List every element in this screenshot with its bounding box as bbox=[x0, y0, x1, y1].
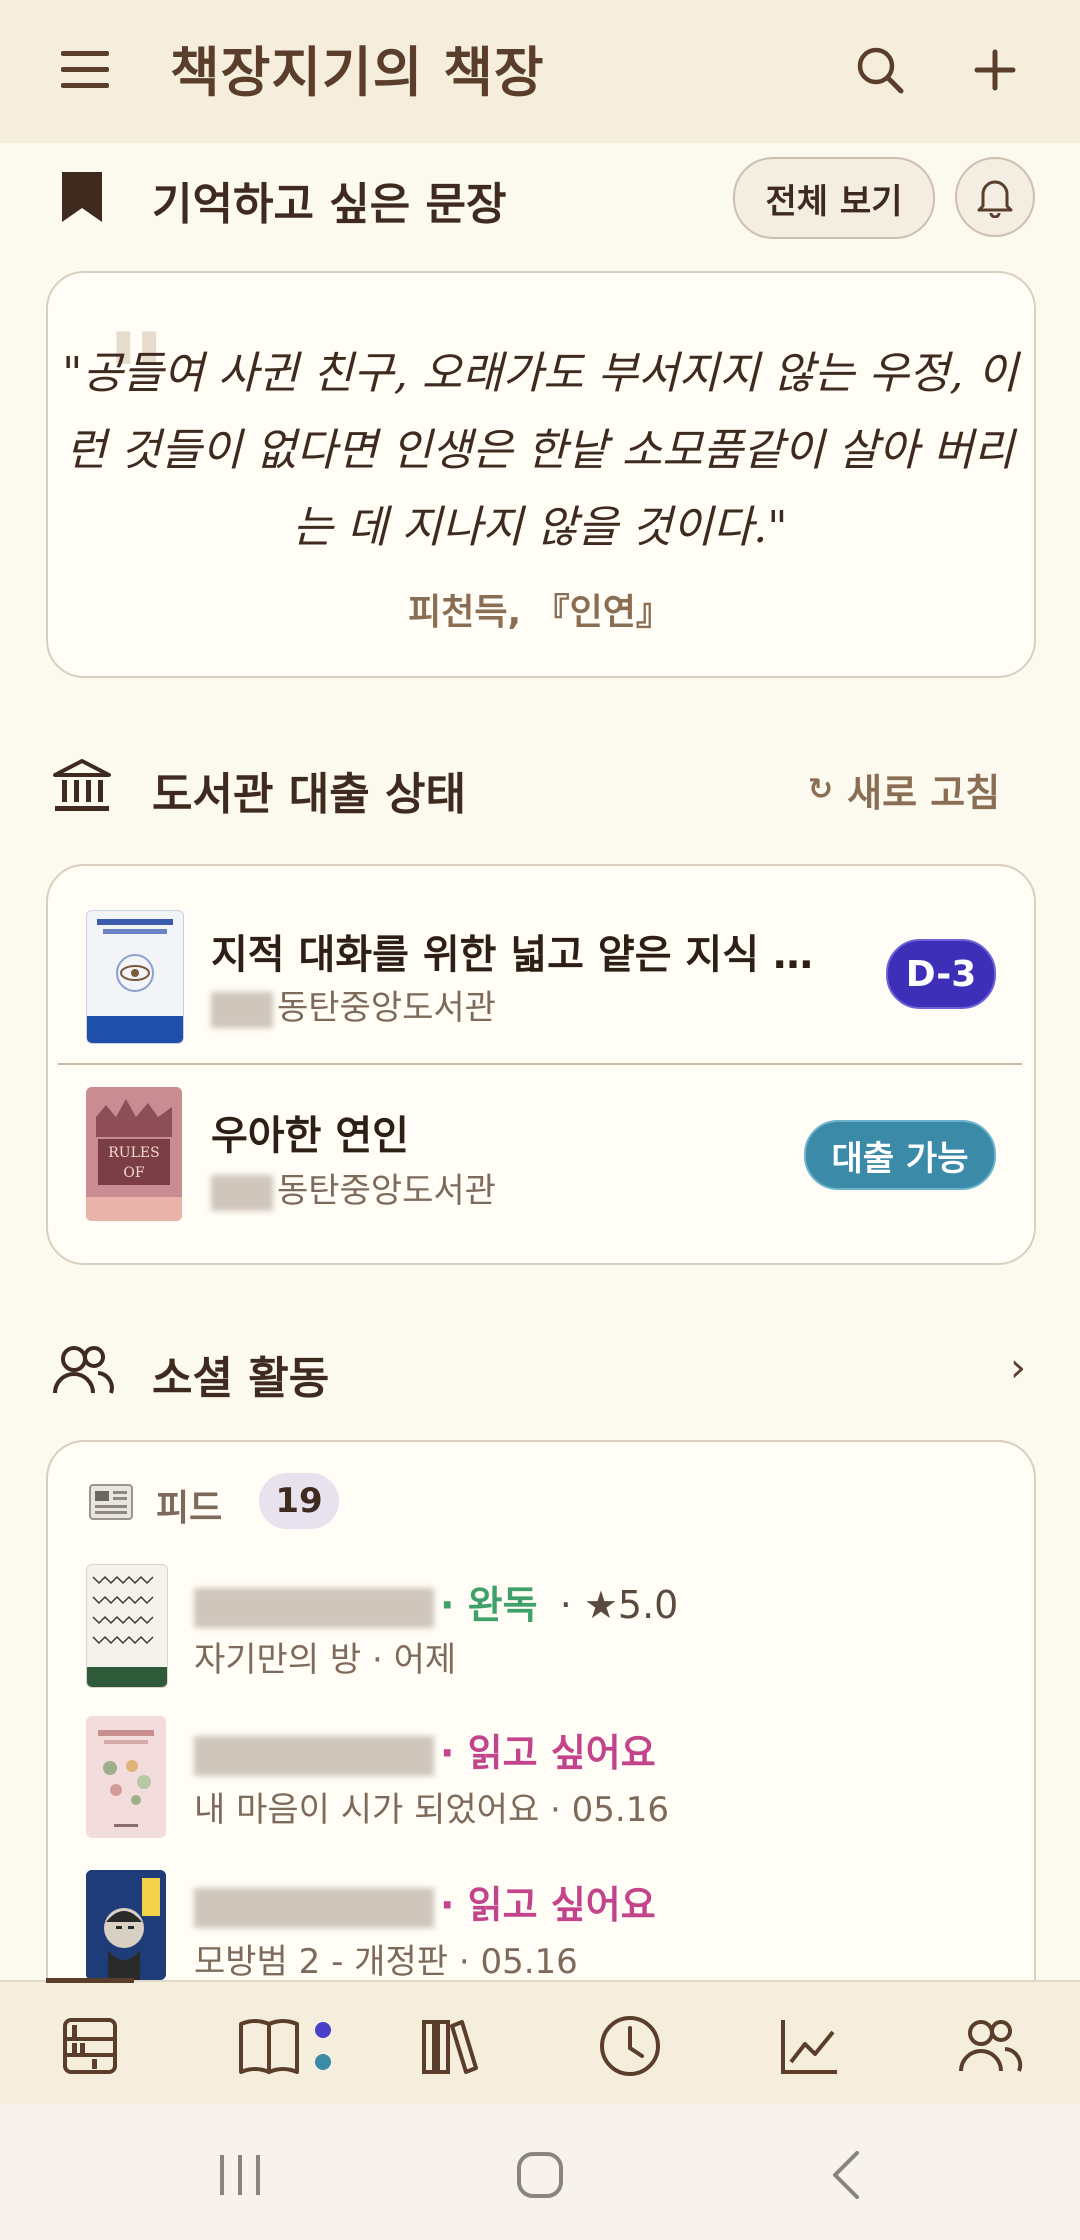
redacted-text bbox=[211, 991, 273, 1028]
newspaper-icon bbox=[88, 1483, 134, 1525]
stats-tab-icon[interactable] bbox=[770, 2006, 850, 2086]
feed-headline: · 읽고 싶어요 bbox=[194, 1722, 656, 1777]
refresh-button[interactable]: ↻ 새로 고침 bbox=[808, 762, 1000, 817]
feed-book-meta: 내 마음이 시가 되었어요 · 05.16 bbox=[194, 1790, 670, 1830]
book-cover-image bbox=[86, 1716, 166, 1838]
feed-count-badge: 19 bbox=[259, 1473, 339, 1529]
redacted-username bbox=[194, 1735, 434, 1776]
loan-book-title: 지적 대화를 위한 넓고 얕은 지식 … bbox=[211, 932, 813, 978]
recent-apps-icon[interactable] bbox=[200, 2140, 280, 2210]
feed-status: · 읽고 싶어요 bbox=[440, 1883, 656, 1927]
book-cover-image: RULES OF bbox=[86, 1087, 182, 1221]
book-cover-image bbox=[86, 910, 184, 1044]
history-tab-icon[interactable] bbox=[590, 2006, 670, 2086]
add-icon[interactable] bbox=[960, 35, 1030, 105]
search-icon[interactable] bbox=[845, 35, 915, 105]
notification-button[interactable] bbox=[955, 157, 1035, 237]
bookshelf-tab-icon[interactable] bbox=[50, 2006, 130, 2086]
feed-label: 피드 bbox=[156, 1488, 223, 1529]
redacted-username bbox=[194, 1587, 434, 1628]
feed-status: · 읽고 싶어요 bbox=[440, 1731, 656, 1775]
quote-section-title: 기억하고 싶은 문장 bbox=[152, 179, 507, 230]
bell-icon bbox=[977, 180, 1013, 218]
feed-status: · 완독 bbox=[440, 1583, 538, 1627]
book-cover-image bbox=[86, 1870, 166, 1980]
redacted-text bbox=[211, 1174, 273, 1211]
social-more-chevron-icon[interactable]: › bbox=[1010, 1345, 1026, 1391]
refresh-label: 새로 고침 bbox=[847, 771, 1001, 815]
reading-tab-icon[interactable] bbox=[232, 2006, 342, 2086]
people-icon bbox=[52, 1343, 114, 1401]
svg-text:OF: OF bbox=[123, 1165, 144, 1181]
menu-icon[interactable] bbox=[50, 40, 120, 100]
bookmark-icon bbox=[60, 170, 104, 228]
library-books-tab-icon[interactable] bbox=[410, 2006, 490, 2086]
feed-book-meta: 모방범 2 - 개정판 · 05.16 bbox=[194, 1942, 578, 1982]
availability-badge: 대출 가능 bbox=[804, 1120, 996, 1190]
app-title: 책장지기의 책장 bbox=[170, 41, 545, 104]
loan-book-title: 우아한 연인 bbox=[211, 1113, 409, 1159]
social-section-title: 소셜 활동 bbox=[152, 1353, 330, 1404]
loan-item[interactable]: RULES OF 우아한 연인 동탄중앙도서관 대출 가능 bbox=[58, 1065, 1020, 1245]
library-section-title: 도서관 대출 상태 bbox=[152, 769, 466, 820]
system-navigation-bar bbox=[0, 2104, 1080, 2240]
back-icon[interactable] bbox=[805, 2140, 885, 2210]
feed-book-meta: 자기만의 방 · 어제 bbox=[194, 1640, 457, 1680]
view-all-button[interactable]: 전체 보기 bbox=[733, 157, 935, 239]
loan-library-name: 동탄중앙도서관 bbox=[211, 1163, 496, 1212]
social-tab-icon[interactable] bbox=[950, 2006, 1030, 2086]
refresh-icon: ↻ bbox=[808, 772, 834, 807]
active-tab-indicator bbox=[46, 1978, 134, 1983]
feed-headline: · 읽고 싶어요 bbox=[194, 1874, 656, 1929]
library-icon bbox=[52, 758, 112, 818]
book-cover-image bbox=[86, 1564, 168, 1688]
feed-item[interactable]: · 읽고 싶어요 모방범 2 - 개정판 · 05.16 bbox=[86, 1864, 986, 1982]
app-bar: 책장지기의 책장 bbox=[0, 0, 1080, 143]
svg-text:RULES: RULES bbox=[108, 1145, 159, 1161]
feed-item[interactable]: · 완독 · ★5.0 자기만의 방 · 어제 bbox=[86, 1560, 986, 1690]
loan-library-name: 동탄중앙도서관 bbox=[211, 980, 496, 1029]
feed-rating: · ★5.0 bbox=[559, 1583, 679, 1627]
due-badge: D-3 bbox=[886, 939, 996, 1009]
loan-item[interactable]: 지적 대화를 위한 넓고 얕은 지식 … 동탄중앙도서관 D-3 bbox=[58, 880, 1020, 1060]
quote-text: "공들여 사귄 친구, 오래가도 부서지지 않는 우정, 이런 것들이 없다면 … bbox=[62, 348, 1018, 553]
bottom-navigation bbox=[0, 1978, 1080, 2106]
home-icon[interactable] bbox=[500, 2140, 580, 2210]
feed-item[interactable]: · 읽고 싶어요 내 마음이 시가 되었어요 · 05.16 bbox=[86, 1712, 986, 1842]
redacted-username bbox=[194, 1887, 434, 1928]
feed-headline: · 완독 · ★5.0 bbox=[194, 1574, 678, 1629]
quote-source: 피천득, 『인연』 bbox=[408, 592, 672, 633]
